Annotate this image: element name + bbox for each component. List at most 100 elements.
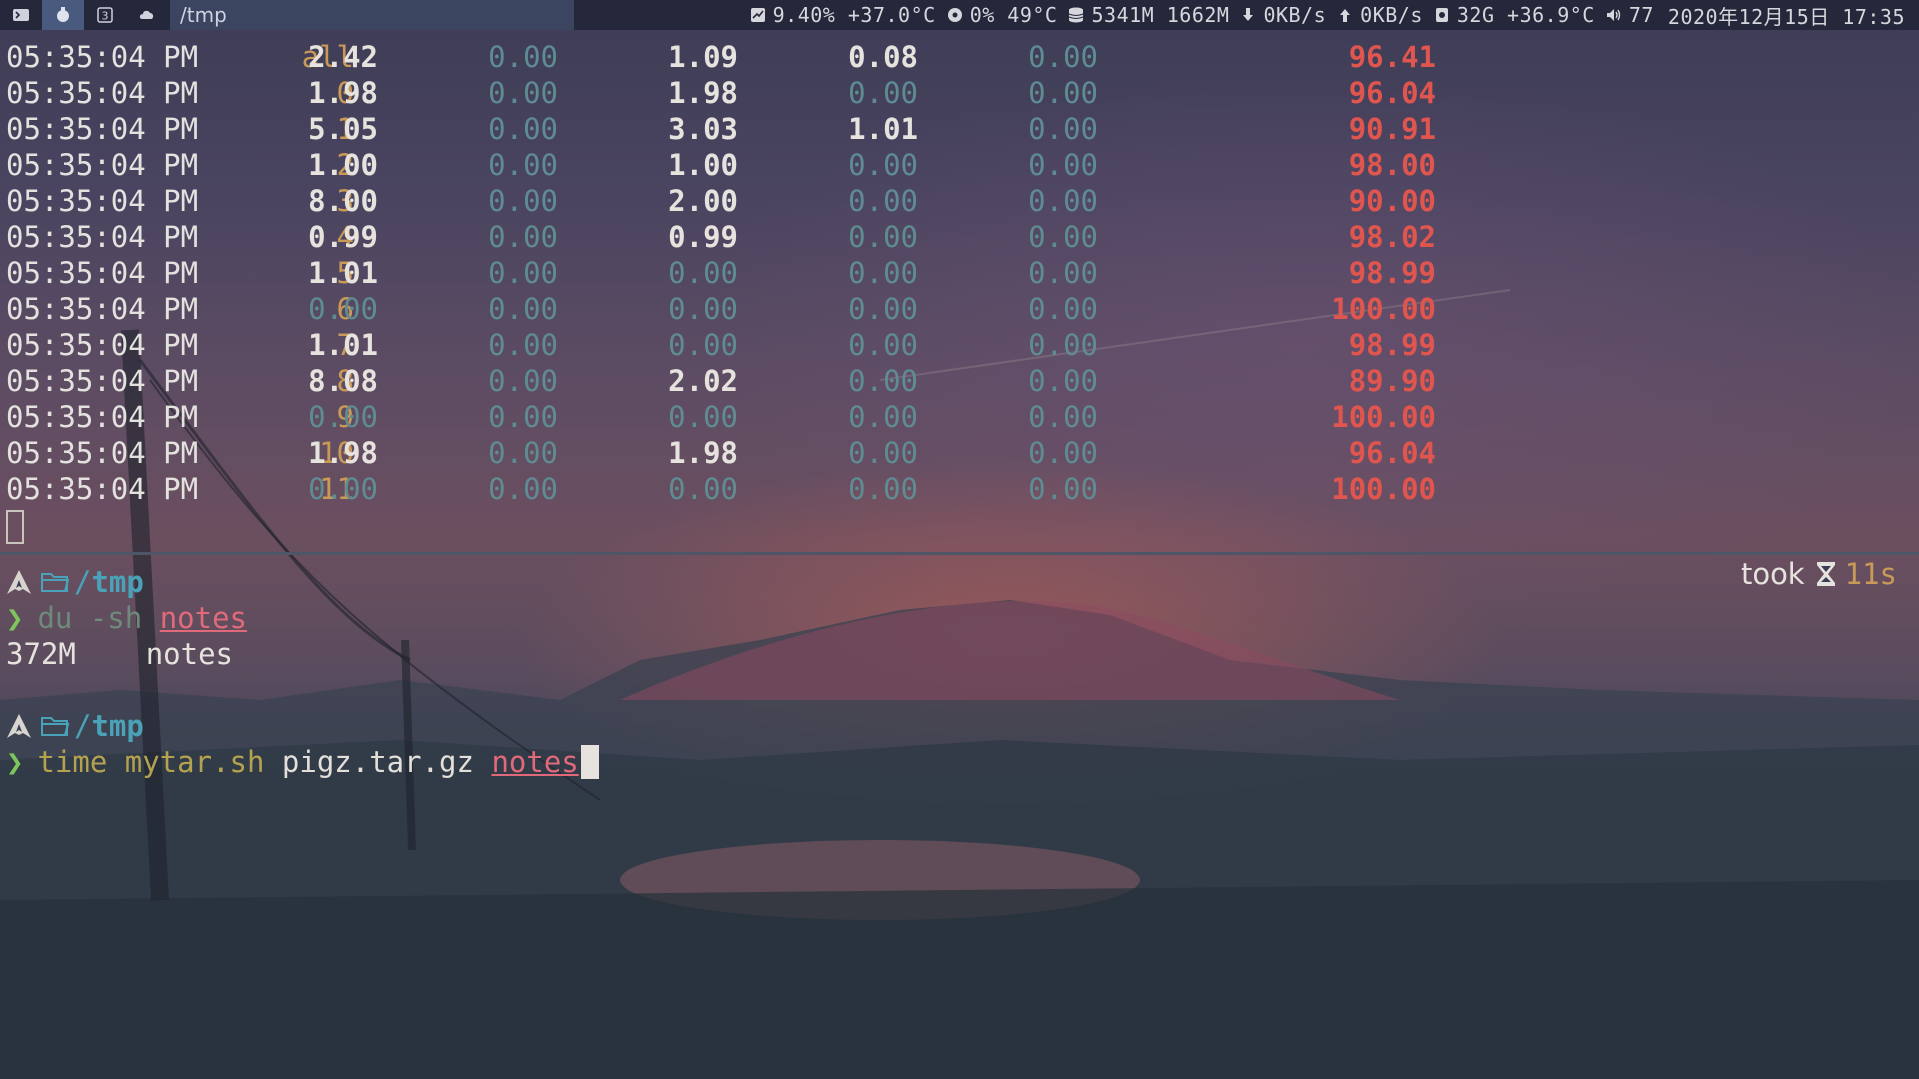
row-value-v2: 0.00	[488, 184, 558, 218]
row-value-v2: 0.00	[488, 292, 558, 326]
row-value-v5: 0.00	[1028, 256, 1098, 290]
row-idle: 89.90	[1348, 364, 1436, 398]
workspace-2-button[interactable]	[42, 0, 84, 30]
volume-level[interactable]: 77	[1629, 3, 1654, 27]
prompt-header-2: / tmp	[6, 708, 144, 744]
table-row: 05:35:04 PM 1 5.05 0.00 3.03 1.01 0.00 90.91	[6, 112, 1506, 146]
row-value-v3: 2.02	[668, 364, 738, 398]
row-value-v3: 0.99	[668, 220, 738, 254]
row-time: 05:35:04 PM	[6, 184, 199, 218]
terminal-pane-bottom[interactable]	[0, 556, 1919, 1079]
workspace-3-button[interactable]: 3	[84, 0, 126, 30]
row-value-v2: 0.00	[488, 112, 558, 146]
row-idle: 100.00	[1331, 292, 1436, 326]
row-value-v5: 0.00	[1028, 328, 1098, 362]
row-value-v5: 0.00	[1028, 148, 1098, 182]
command-text: du -sh	[37, 601, 143, 635]
row-value-v3: 0.00	[668, 328, 738, 362]
row-time: 05:35:04 PM	[6, 364, 199, 398]
row-value-v4: 0.00	[848, 256, 918, 290]
terminal-cursor	[6, 510, 24, 544]
download-icon	[1243, 8, 1254, 21]
row-value-v1: 1.01	[308, 328, 378, 362]
row-value-v1: 2.42	[308, 40, 378, 74]
row-value-v5: 0.00	[1028, 364, 1098, 398]
row-value-v5: 0.00	[1028, 76, 1098, 110]
row-value-v5: 0.00	[1028, 436, 1098, 470]
row-value-v1: 1.00	[308, 148, 378, 182]
row-value-v2: 0.00	[488, 148, 558, 182]
table-row: 05:35:04 PM 8 8.08 0.00 2.02 0.00 0.00 89.90	[6, 364, 1506, 398]
row-value-v2: 0.00	[488, 220, 558, 254]
row-value-v1: 8.00	[308, 184, 378, 218]
row-value-v1: 0.00	[308, 472, 378, 506]
download-speed: 0KB/s	[1263, 3, 1327, 27]
row-value-v3: 2.00	[668, 184, 738, 218]
row-value-v3: 0.00	[668, 472, 738, 506]
workspace-1-button[interactable]	[0, 0, 42, 30]
current-path: tmp	[91, 709, 144, 743]
row-value-v3: 0.00	[668, 400, 738, 434]
row-value-v5: 0.00	[1028, 400, 1098, 434]
row-value-v2: 0.00	[488, 328, 558, 362]
row-time: 05:35:04 PM	[6, 76, 199, 110]
row-value-v1: 0.00	[308, 292, 378, 326]
row-value-v2: 0.00	[488, 76, 558, 110]
row-value-v1: 1.01	[308, 256, 378, 290]
workspace-4-button[interactable]	[126, 0, 168, 30]
row-value-v2: 0.00	[488, 472, 558, 506]
window-title: /tmp	[170, 0, 574, 30]
cpu-status: 9.40% +37.0°C	[772, 3, 936, 27]
row-value-v3: 1.09	[668, 40, 738, 74]
row-time: 05:35:04 PM	[6, 328, 199, 362]
table-row: 05:35:04 PM 9 0.00 0.00 0.00 0.00 0.00 100.00	[6, 400, 1506, 434]
row-value-v2: 0.00	[488, 400, 558, 434]
row-idle: 100.00	[1331, 472, 1436, 506]
input-cursor	[580, 745, 599, 779]
row-idle: 98.02	[1348, 220, 1436, 254]
row-value-v3: 0.00	[668, 256, 738, 290]
row-value-v1: 1.98	[308, 436, 378, 470]
row-value-v1: 1.98	[308, 76, 378, 110]
row-time: 05:35:04 PM	[6, 220, 199, 254]
table-row: 05:35:04 PM 4 0.99 0.00 0.99 0.00 0.00 98.02	[6, 220, 1506, 254]
volume-icon[interactable]	[1605, 6, 1623, 24]
output-name: notes	[145, 637, 233, 671]
clock: 2020年12月15日 17:35	[1667, 4, 1905, 29]
row-time: 05:35:04 PM	[6, 436, 199, 470]
row-value-v4: 0.00	[848, 364, 918, 398]
table-row: 05:35:04 PM 3 8.00 0.00 2.00 0.00 0.00 90.00	[6, 184, 1506, 218]
prompt-chevron: ❯	[6, 601, 24, 635]
row-idle: 90.91	[1348, 112, 1436, 146]
command-line-2[interactable]: ❯ time mytar.sh pigz.tar.gz notes	[6, 744, 599, 780]
disk-status: 32G +36.9°C	[1456, 3, 1595, 27]
folder-icon	[41, 573, 70, 592]
prompt-header-1: / tmp	[6, 564, 144, 600]
top-bar: 3 /tmp 9.40% +37.0°C 0% 49°C 5341M 1662M…	[0, 0, 1919, 30]
row-idle: 90.00	[1348, 184, 1436, 218]
app-icon	[57, 7, 69, 22]
table-row: 05:35:04 PM 2 1.00 0.00 1.00 0.00 0.00 98.00	[6, 148, 1506, 182]
row-value-v5: 0.00	[1028, 112, 1098, 146]
terminal-icon	[13, 9, 29, 21]
row-value-v4: 0.00	[848, 220, 918, 254]
row-idle: 100.00	[1331, 400, 1436, 434]
row-value-v5: 0.00	[1028, 292, 1098, 326]
svg-text:3: 3	[102, 10, 109, 23]
row-value-v5: 0.00	[1028, 220, 1098, 254]
row-value-v2: 0.00	[488, 256, 558, 290]
row-time: 05:35:04 PM	[6, 292, 199, 326]
row-time: 05:35:04 PM	[6, 112, 199, 146]
row-value-v4: 0.00	[848, 400, 918, 434]
row-idle: 98.99	[1348, 256, 1436, 290]
terminal-pane-top[interactable]: 05:35:04 PM all 2.42 0.00 1.09 0.08 0.00 96.41 0…	[0, 30, 1919, 552]
command-arg-2: notes	[491, 745, 579, 779]
row-value-v1: 8.08	[308, 364, 378, 398]
row-value-v4: 0.00	[848, 328, 918, 362]
row-idle: 98.00	[1348, 148, 1436, 182]
row-value-v3: 0.00	[668, 292, 738, 326]
table-row: 05:35:04 PM 11 0.00 0.00 0.00 0.00 0.00 100.00	[6, 472, 1506, 506]
pane-divider[interactable]	[0, 552, 1919, 555]
upload-speed: 0KB/s	[1360, 3, 1423, 27]
row-value-v3: 1.00	[668, 148, 738, 182]
